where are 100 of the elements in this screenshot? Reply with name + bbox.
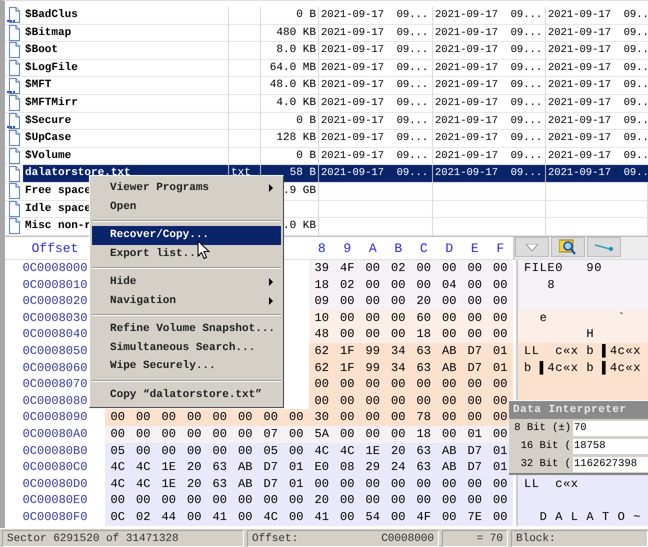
menu-item[interactable]: Copy “dalatorstore.txt” <box>92 386 281 404</box>
offset-label: 0C0008000 <box>22 260 88 277</box>
file-name[interactable]: $Bitmap <box>23 24 229 42</box>
hex-byte: 00 <box>488 260 513 277</box>
file-name[interactable]: $Secure <box>23 112 229 130</box>
file-icon <box>7 24 21 41</box>
hex-byte: 00 <box>105 409 130 426</box>
hex-byte: 00 <box>360 376 386 393</box>
hex-byte: 00 <box>360 409 386 426</box>
hex-byte: 00 <box>411 260 436 277</box>
table-cell: 2021-09-17 09... <box>433 130 546 148</box>
hex-byte: 00 <box>182 442 207 460</box>
hex-byte: 24 <box>386 459 411 476</box>
hex-byte: 00 <box>488 376 513 393</box>
hex-byte: 00 <box>436 293 462 310</box>
text-cell: D A L A T O ~ <box>516 508 648 526</box>
table-cell: 2021-09-17 09.. <box>546 77 648 95</box>
hex-byte: 02 <box>130 508 156 526</box>
offset-label: 0C0008080 <box>22 392 88 410</box>
hex-byte: 63 <box>411 342 436 360</box>
menu-item[interactable]: Recover/Copy... <box>92 226 281 244</box>
hex-byte: 1F <box>334 360 360 376</box>
file-name[interactable]: $BadClus <box>23 7 229 25</box>
offset-label: 0C0008060 <box>22 360 88 376</box>
hex-byte: 00 <box>436 409 462 426</box>
hex-byte: 01 <box>488 360 513 376</box>
hex-byte: 00 <box>334 492 360 509</box>
hex-byte: D7 <box>462 442 488 460</box>
hex-byte: 00 <box>386 426 411 443</box>
file-icon <box>7 183 21 200</box>
table-cell: 2021-09-17 09.. <box>546 94 648 113</box>
hex-byte: AB <box>436 360 462 376</box>
menu-item[interactable]: Refine Volume Snapshot... <box>92 320 281 338</box>
hex-byte: 00 <box>360 326 386 343</box>
hex-byte: 00 <box>488 310 513 326</box>
value-field[interactable]: 1162627398 <box>573 456 648 472</box>
hex-byte: 00 <box>436 392 462 410</box>
value-field[interactable]: 18758 <box>573 438 648 454</box>
file-name[interactable]: $MFTMirr <box>23 94 229 113</box>
menu-item[interactable]: Navigation <box>92 292 281 310</box>
hex-byte: 00 <box>130 426 156 443</box>
table-cell: 2021-09-17 09... <box>319 112 433 130</box>
hex-byte: E0 <box>309 459 334 476</box>
field-label: 8 Bit (±) <box>513 422 572 434</box>
hex-byte: 34 <box>386 342 411 360</box>
column-header: B <box>393 240 404 256</box>
table-cell: 2021-09-17 09... <box>433 94 546 113</box>
menu-item[interactable]: Hide <box>92 273 281 292</box>
hex-byte: 5A <box>309 426 334 443</box>
hex-byte: 00 <box>232 409 258 426</box>
hex-byte: 00 <box>360 492 386 509</box>
file-name[interactable]: $LogFile <box>23 60 229 78</box>
hex-byte: 00 <box>411 276 436 294</box>
table-cell: 2021-09-17 09... <box>319 77 433 95</box>
hex-byte: 00 <box>258 409 284 426</box>
hex-byte: 00 <box>436 376 462 393</box>
hex-byte: 48 <box>309 326 334 343</box>
hex-byte: 00 <box>462 476 488 492</box>
value-field[interactable]: 70 <box>573 420 648 436</box>
offset-label: Offset: <box>252 532 298 544</box>
file-icon <box>7 200 21 217</box>
hex-byte: 18 <box>411 326 436 343</box>
hex-byte: 00 <box>360 276 386 294</box>
hex-byte: 00 <box>436 310 462 326</box>
hex-byte: 01 <box>284 476 309 492</box>
table-cell <box>229 7 261 25</box>
hex-byte: 00 <box>284 426 309 443</box>
table-cell: 2021-09-17 09... <box>433 112 546 130</box>
table-cell <box>229 77 261 95</box>
hex-byte: 00 <box>436 426 462 443</box>
hex-byte: 4C <box>105 476 130 492</box>
table-cell: 2021-09-17 09... <box>319 94 433 113</box>
hex-byte: 00 <box>386 310 411 326</box>
text-cell: H <box>516 326 648 343</box>
file-name[interactable]: $Boot <box>23 42 229 60</box>
file-name[interactable]: $UpCase <box>23 130 229 148</box>
hex-byte: 62 <box>309 342 334 360</box>
column-header: F <box>495 240 506 256</box>
hex-byte: 00 <box>386 293 411 310</box>
dropdown-button[interactable] <box>515 237 549 257</box>
hex-byte: 99 <box>360 342 386 360</box>
hex-byte: 7E <box>462 508 488 526</box>
hex-byte: 00 <box>334 310 360 326</box>
hex-byte: 02 <box>386 260 411 277</box>
hex-byte: 41 <box>309 508 334 526</box>
hex-byte: 00 <box>309 392 334 410</box>
menu-item[interactable]: Simultaneous Search... <box>92 338 281 357</box>
file-name[interactable]: $MFT <box>23 77 229 95</box>
hex-byte: 00 <box>156 492 182 509</box>
hex-byte: 00 <box>386 508 411 526</box>
hex-byte: 00 <box>182 508 207 526</box>
table-cell: 2021-09-17 09... <box>319 24 433 42</box>
search-button[interactable] <box>551 237 585 257</box>
hex-byte: 00 <box>334 392 360 410</box>
hex-byte: 00 <box>360 310 386 326</box>
submenu-arrow-icon <box>269 184 273 192</box>
wand-icon <box>594 243 614 251</box>
menu-item[interactable]: Wipe Securely... <box>92 357 281 376</box>
hex-byte: 00 <box>360 293 386 310</box>
search-icon <box>559 239 577 255</box>
